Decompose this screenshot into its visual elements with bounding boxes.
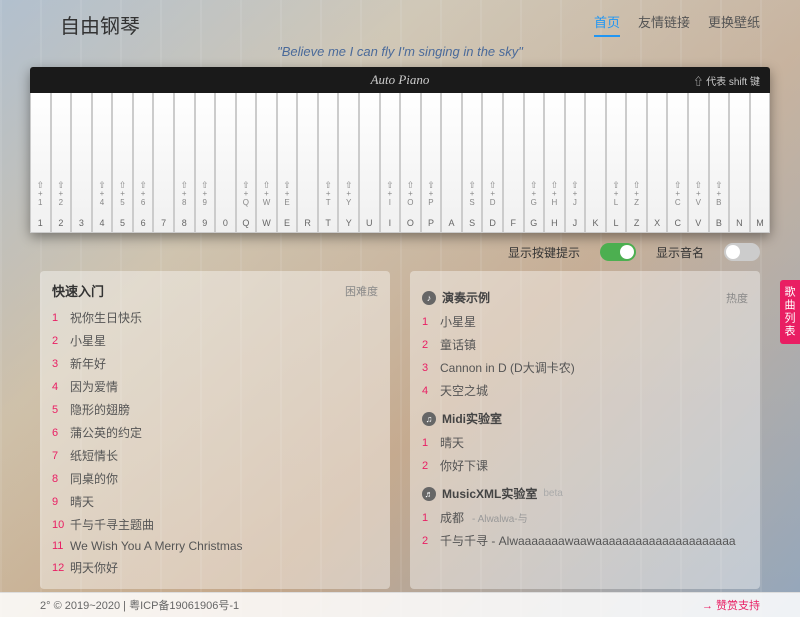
white-key-V[interactable]: ⇧+VV <box>688 93 709 233</box>
white-key-L[interactable]: ⇧+LL <box>606 93 627 233</box>
toggle-show-keys[interactable] <box>600 243 636 261</box>
toggle-keys-label: 显示按键提示 <box>508 244 580 261</box>
nav-bar: 首页友情链接更换壁纸 <box>594 12 760 37</box>
white-key-3[interactable]: 3 <box>71 93 92 233</box>
song-item[interactable]: 3新年好 <box>52 352 378 375</box>
sponsor-link[interactable]: → 赞赏支持 <box>702 597 760 613</box>
song-list-tab[interactable]: 歌曲列表 <box>780 280 800 344</box>
song-item[interactable]: 2小星星 <box>52 329 378 352</box>
white-key-X[interactable]: X <box>647 93 668 233</box>
song-item[interactable]: 2你好下课 <box>422 454 748 477</box>
song-item[interactable]: 8同桌的你 <box>52 467 378 490</box>
white-key-N[interactable]: N <box>729 93 750 233</box>
white-key-K[interactable]: K <box>585 93 606 233</box>
white-key-2[interactable]: ⇧+22 <box>51 93 72 233</box>
song-item[interactable]: 1成都- Alwalwa-与 <box>422 506 748 529</box>
song-item[interactable]: 7纸短情长 <box>52 444 378 467</box>
shift-hint: ⇧ 代表 shift 键 <box>693 73 760 88</box>
white-key-O[interactable]: ⇧+OO <box>400 93 421 233</box>
white-key-P[interactable]: ⇧+PP <box>421 93 442 233</box>
song-item[interactable]: 2童话镇 <box>422 333 748 356</box>
white-key-G[interactable]: ⇧+GG <box>524 93 545 233</box>
song-item[interactable]: 12明天你好 <box>52 556 378 579</box>
toggle-notes-label: 显示音名 <box>656 244 704 261</box>
white-key-Y[interactable]: ⇧+YY <box>338 93 359 233</box>
white-key-0[interactable]: 0 <box>215 93 236 233</box>
white-key-R[interactable]: R <box>297 93 318 233</box>
white-key-D[interactable]: ⇧+DD <box>482 93 503 233</box>
section-icon: ♫ <box>422 412 436 426</box>
section-title: 演奏示例 <box>442 289 490 306</box>
piano: Auto Piano ⇧ 代表 shift 键 ⇧+11⇧+223⇧+44⇧+5… <box>30 67 770 233</box>
quickstart-panel: 快速入门 困难度 1祝你生日快乐2小星星3新年好4因为爱情5隐形的翅膀6蒲公英的… <box>40 271 390 589</box>
song-item[interactable]: 1祝你生日快乐 <box>52 306 378 329</box>
piano-brand: Auto Piano <box>371 72 430 88</box>
song-item[interactable]: 1小星星 <box>422 310 748 333</box>
white-key-F[interactable]: F <box>503 93 524 233</box>
song-item[interactable]: 4因为爱情 <box>52 375 378 398</box>
section-icon: ♪ <box>422 291 436 305</box>
song-item[interactable]: 1晴天 <box>422 431 748 454</box>
song-item[interactable]: 11We Wish You A Merry Christmas <box>52 536 378 556</box>
white-key-S[interactable]: ⇧+SS <box>462 93 483 233</box>
white-key-9[interactable]: ⇧+99 <box>195 93 216 233</box>
difficulty-label: 困难度 <box>345 283 378 299</box>
nav-更换壁纸[interactable]: 更换壁纸 <box>708 12 760 37</box>
song-item[interactable]: 3Cannon in D (D大调卡农) <box>422 356 748 379</box>
white-key-Z[interactable]: ⇧+ZZ <box>626 93 647 233</box>
white-key-4[interactable]: ⇧+44 <box>92 93 113 233</box>
song-item[interactable]: 10千与千寻主题曲 <box>52 513 378 536</box>
section-title: MusicXML实验室 <box>442 485 537 502</box>
song-item[interactable]: 6蒲公英的约定 <box>52 421 378 444</box>
nav-首页[interactable]: 首页 <box>594 12 620 37</box>
examples-panel: ♪演奏示例热度1小星星2童话镇3Cannon in D (D大调卡农)4天空之城… <box>410 271 760 589</box>
white-key-T[interactable]: ⇧+TT <box>318 93 339 233</box>
nav-友情链接[interactable]: 友情链接 <box>638 12 690 37</box>
white-key-M[interactable]: M <box>750 93 771 233</box>
section-icon: ♬ <box>422 487 436 501</box>
white-key-A[interactable]: A <box>441 93 462 233</box>
app-logo: 自由钢琴 <box>60 10 140 39</box>
quickstart-title: 快速入门 <box>52 281 104 300</box>
white-key-6[interactable]: ⇧+66 <box>133 93 154 233</box>
copyright: 2° © 2019~2020 | 粤ICP备19061906号-1 <box>40 597 239 613</box>
song-item[interactable]: 9晴天 <box>52 490 378 513</box>
song-item[interactable]: 5隐形的翅膀 <box>52 398 378 421</box>
white-key-J[interactable]: ⇧+JJ <box>565 93 586 233</box>
white-key-1[interactable]: ⇧+11 <box>30 93 51 233</box>
white-key-E[interactable]: ⇧+EE <box>277 93 298 233</box>
white-key-5[interactable]: ⇧+55 <box>112 93 133 233</box>
white-key-B[interactable]: ⇧+BB <box>709 93 730 233</box>
song-item[interactable]: 2千与千寻 - Alwaaaaaaawaawaaaaaaaaaaaaaaaaaa… <box>422 529 748 552</box>
white-key-Q[interactable]: ⇧+QQ <box>236 93 257 233</box>
keyboard: ⇧+11⇧+223⇧+44⇧+55⇧+667⇧+88⇧+990⇧+QQ⇧+WW⇧… <box>30 93 770 233</box>
white-key-U[interactable]: U <box>359 93 380 233</box>
song-item[interactable]: 4天空之城 <box>422 379 748 402</box>
white-key-8[interactable]: ⇧+88 <box>174 93 195 233</box>
tagline: "Believe me I can fly I'm singing in the… <box>0 44 800 59</box>
white-key-W[interactable]: ⇧+WW <box>256 93 277 233</box>
toggle-show-notes[interactable] <box>724 243 760 261</box>
white-key-C[interactable]: ⇧+CC <box>667 93 688 233</box>
white-key-7[interactable]: 7 <box>153 93 174 233</box>
white-key-I[interactable]: ⇧+II <box>380 93 401 233</box>
white-key-H[interactable]: ⇧+HH <box>544 93 565 233</box>
section-title: Midi实验室 <box>442 410 502 427</box>
